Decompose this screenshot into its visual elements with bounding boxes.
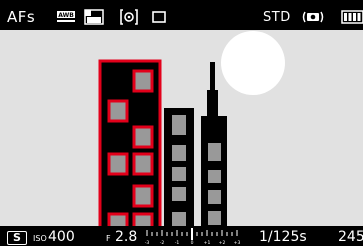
scale-label: +1	[204, 240, 211, 246]
focus-highlight-building	[98, 59, 162, 226]
scale-label: -1	[175, 240, 180, 246]
film-style[interactable]: STD	[263, 11, 291, 24]
scale-tick	[146, 230, 148, 236]
spire-building	[201, 62, 227, 226]
scale-label: +3	[234, 240, 241, 246]
scale-label: -2	[160, 240, 165, 246]
white-balance-awb-icon[interactable]: AWB	[57, 11, 75, 23]
exposure-compensation-scale[interactable]: -3 -2 -1 0 +1 +2 +3	[143, 228, 241, 246]
live-view[interactable]	[0, 30, 363, 226]
scale-tick	[211, 232, 213, 236]
aperture-label: F	[106, 234, 111, 243]
scale-tick	[166, 232, 168, 236]
scale-labels: -3 -2 -1 0 +1 +2 +3	[145, 240, 241, 246]
scale-tick	[231, 232, 233, 236]
iso-value[interactable]: 400	[48, 230, 75, 244]
scale-tick	[156, 232, 158, 236]
scale-label: -3	[145, 240, 150, 246]
scale-tick	[171, 232, 173, 236]
skyline-illustration	[98, 59, 227, 226]
scale-tick	[206, 230, 208, 236]
scale-tick	[196, 232, 198, 236]
exposure-indicator	[191, 228, 193, 240]
single-frame-icon[interactable]	[152, 11, 166, 23]
scale-tick	[216, 232, 218, 236]
status-bar: AFs AWB STD	[0, 0, 363, 30]
middle-building	[164, 108, 194, 226]
exposure-mode-badge[interactable]: S	[7, 231, 27, 245]
shutter-speed[interactable]: 1/125s	[259, 230, 307, 244]
scale-tick	[186, 232, 188, 236]
scale-label: +2	[219, 240, 226, 246]
scale-tick	[236, 230, 238, 236]
scale-tick	[226, 232, 228, 236]
scale-tick	[151, 232, 153, 236]
spot-metering-icon[interactable]	[120, 9, 138, 25]
scale-label: 0	[191, 240, 194, 246]
battery-icon	[341, 10, 363, 24]
scale-tick	[176, 230, 178, 236]
scale-tick	[221, 230, 223, 236]
image-stabilization-icon[interactable]	[301, 9, 325, 25]
white-balance-label: AWB	[58, 12, 74, 19]
aperture-value[interactable]: 2.8	[115, 230, 137, 244]
scale-tick	[201, 232, 203, 236]
scale-tick	[161, 230, 163, 236]
af-mode[interactable]: AFs	[7, 10, 35, 25]
file-format-dng-jpg-icon[interactable]	[84, 9, 104, 25]
shots-remaining: 245	[338, 229, 363, 245]
iso-label: ISO	[33, 234, 47, 243]
scale-tick	[181, 232, 183, 236]
